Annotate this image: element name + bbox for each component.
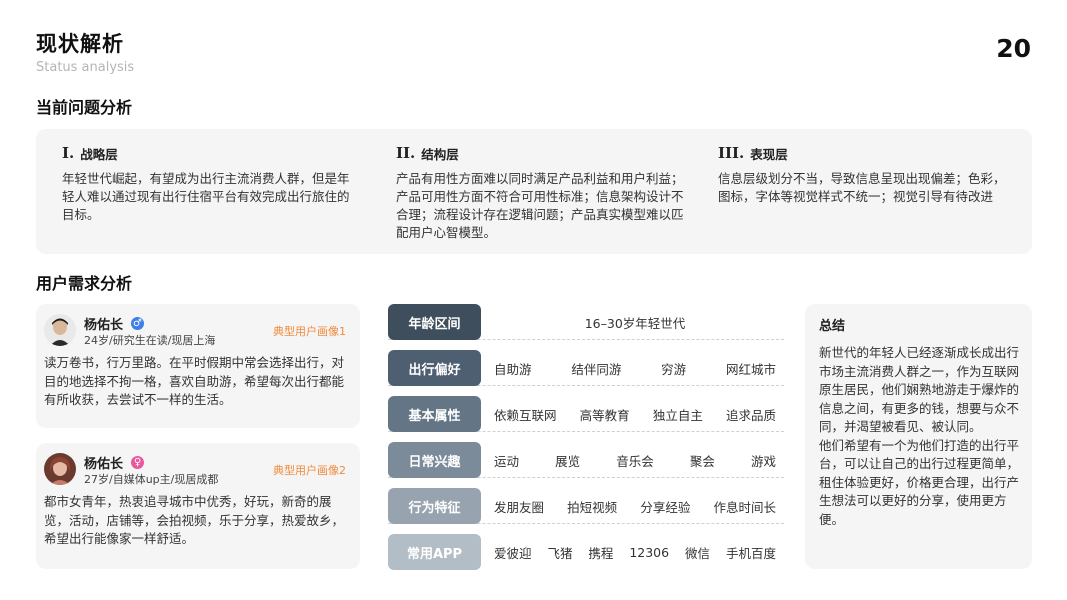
problem-text: 信息层级划分不当，导致信息呈现出现偏差；色彩，图标，字体等视觉样式不统一；视觉引… [718,171,1006,204]
attribute-value: 作息时间长 [713,499,776,515]
persona-name: 杨佑长 [84,457,124,472]
attribute-value: 展览 [555,453,581,469]
attribute-value: 自助游 [494,361,532,377]
summary-paragraph: 新世代的年轻人已经逐渐成长成出行市场主流消费人群之一，作为互联网原生居民，他们娴… [819,345,1020,434]
avatar [44,314,76,346]
section-heading-problems: 当前问题分析 [36,98,133,117]
attribute-values: 自助游 结伴同游 穷游 网红城市 [494,350,776,386]
attribute-row: 年龄区间 16–30岁年轻世代 [388,304,784,340]
attribute-value: 高等教育 [579,407,630,423]
attribute-value: 爱彼迎 [494,545,532,561]
attribute-value: 携程 [588,545,614,561]
problems-panel: I. 战略层 年轻世代崛起，有望成为出行主流消费人群，但是年轻人难以通过现有出行住… [36,129,1032,254]
attribute-value: 微信 [685,545,711,561]
attribute-value: 结伴同游 [571,361,622,377]
attribute-value: 独立自主 [652,407,703,423]
attribute-value: 发朋友圈 [494,499,545,515]
persona-meta: 24岁/研究生在读/现居上海 [84,334,216,347]
problem-text: 年轻世代崛起，有望成为出行主流消费人群，但是年轻人难以通过现有出行住宿平台有效完… [62,171,350,222]
attribute-value: 穷游 [661,361,687,377]
persona-description: 都市女青年，热衷追寻城市中优秀，好玩，新奇的展览，活动，店铺等，会拍视频，乐于分… [44,494,345,546]
page-number: 20 [996,34,1031,63]
attribute-value: 游戏 [750,453,776,469]
problem-title: 结构层 [421,146,459,162]
attribute-value: 16–30岁年轻世代 [584,315,686,331]
avatar [44,453,76,485]
problem-structure: II. 结构层 产品有用性方面难以同时满足产品利益和用户利益；产品可用性方面不符合… [396,144,686,242]
problem-strategy: I. 战略层 年轻世代崛起，有望成为出行主流消费人群，但是年轻人难以通过现有出行住… [62,144,352,224]
attribute-value: 手机百度 [725,545,776,561]
page-title: 现状解析 [36,32,124,56]
attribute-value: 分享经验 [640,499,691,515]
problem-title: 表现层 [750,146,788,162]
attribute-label: 基本属性 [388,396,481,432]
attribute-label: 日常兴趣 [388,442,481,478]
persona-tag: 典型用户画像2 [273,464,346,477]
summary-panel: 总结 新世代的年轻人已经逐渐成长成出行市场主流消费人群之一，作为互联网原生居民，… [805,304,1032,569]
female-icon: ♀ [131,456,145,469]
attribute-value: 聚会 [689,453,715,469]
roman-numeral: III. [718,144,745,162]
persona-card-2: 杨佑长 ♀ 27岁/自媒体up主/现居成都 典型用户画像2 都市女青年，热衷追寻城… [36,443,360,569]
attribute-values: 爱彼迎 飞猪 携程 12306 微信 手机百度 [494,534,776,570]
persona-meta: 27岁/自媒体up主/现居成都 [84,473,219,486]
summary-paragraph: 他们希望有一个为他们打造的出行平台，可以让自己的出行过程更简单，租住体验更好，价… [819,437,1020,527]
persona-name: 杨佑长 [84,318,124,333]
persona-description: 读万卷书，行万里路。在平时假期中常会选择出行，对目的地选择不拘一格，喜欢自助游，… [44,355,345,407]
roman-numeral: II. [396,144,416,162]
attribute-label: 出行偏好 [388,350,481,386]
page-subtitle: Status analysis [36,60,135,75]
attribute-label: 年龄区间 [388,304,481,340]
attribute-values: 16–30岁年轻世代 [494,304,776,340]
attribute-row: 日常兴趣 运动 展览 音乐会 聚会 游戏 [388,442,784,478]
attribute-value: 运动 [494,453,520,469]
attribute-row: 基本属性 依赖互联网 高等教育 独立自主 追求品质 [388,396,784,432]
roman-numeral: I. [62,144,75,162]
attribute-values: 发朋友圈 拍短视频 分享经验 作息时间长 [494,488,776,524]
summary-title: 总结 [819,319,846,334]
attribute-row: 常用APP 爱彼迎 飞猪 携程 12306 微信 手机百度 [388,534,784,570]
attribute-value: 拍短视频 [567,499,618,515]
attribute-label: 行为特征 [388,488,481,524]
problem-text: 产品有用性方面难以同时满足产品利益和用户利益；产品可用性方面不符合可用性标准；信… [396,171,684,240]
attribute-value: 飞猪 [547,545,573,561]
attribute-row: 行为特征 发朋友圈 拍短视频 分享经验 作息时间长 [388,488,784,524]
attribute-row: 出行偏好 自助游 结伴同游 穷游 网红城市 [388,350,784,386]
attribute-value: 音乐会 [616,453,654,469]
section-heading-needs: 用户需求分析 [36,274,133,293]
attribute-values: 运动 展览 音乐会 聚会 游戏 [494,442,776,478]
attribute-value: 网红城市 [725,361,776,377]
persona-card-1: 杨佑长 ♂ 24岁/研究生在读/现居上海 典型用户画像1 读万卷书，行万里路。在平… [36,304,360,428]
attribute-value: 依赖互联网 [494,407,557,423]
attribute-values: 依赖互联网 高等教育 独立自主 追求品质 [494,396,776,432]
male-icon: ♂ [131,317,145,330]
persona-tag: 典型用户画像1 [273,325,346,338]
attribute-label: 常用APP [388,534,481,570]
problem-title: 战略层 [80,146,118,162]
problem-surface: III. 表现层 信息层级划分不当，导致信息呈现出现偏差；色彩，图标，字体等视觉样… [718,144,1008,206]
summary-text: 新世代的年轻人已经逐渐成长成出行市场主流消费人群之一，作为互联网原生居民，他们娴… [819,344,1025,529]
attribute-value: 追求品质 [725,407,776,423]
attribute-value: 12306 [629,544,670,560]
